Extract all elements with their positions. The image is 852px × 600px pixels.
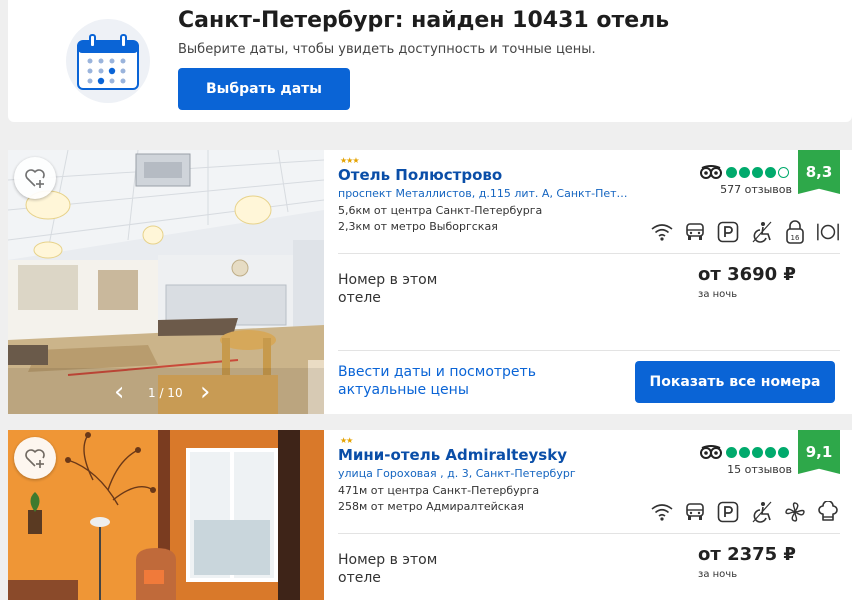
calendar-illustration xyxy=(66,19,150,103)
hotel-name-link[interactable]: Отель Полюстрово xyxy=(338,166,502,184)
price-per-night-label: за ночь xyxy=(698,289,738,300)
add-to-favorites-button[interactable] xyxy=(14,437,56,479)
score-badge: 8,3 xyxy=(798,150,840,194)
reviews-count-link[interactable]: 577 отзывов xyxy=(708,183,792,196)
hotel-photo[interactable] xyxy=(8,430,324,600)
accessible-icon xyxy=(750,220,774,244)
page-title: Санкт-Петербург: найден 10431 отель xyxy=(178,8,670,33)
distance-metro: 2,3км от метро Выборгская xyxy=(338,220,498,233)
add-to-favorites-button[interactable] xyxy=(14,157,56,199)
rating-bubble-filled xyxy=(778,447,789,458)
hotel-card: ‹ 1 / 10 › ★★★ Отель Полюстрово проспект… xyxy=(8,150,852,414)
distance-metro: 258м от метро Адмиралтейская xyxy=(338,500,524,513)
room-type: Номер в этом отеле xyxy=(338,552,438,586)
wifi-icon xyxy=(650,500,674,524)
star-rating: ★★ xyxy=(340,436,353,445)
amenities-list: 16 xyxy=(650,220,840,244)
rating-bubble-filled xyxy=(726,447,737,458)
chef-hat-icon xyxy=(816,500,840,524)
select-dates-button[interactable]: Выбрать даты xyxy=(178,68,350,110)
rating-bubble-empty xyxy=(778,167,789,178)
divider xyxy=(338,350,840,351)
age-16-icon: 16 xyxy=(783,220,807,244)
hotel-name-link[interactable]: Мини-отель Admiralteysky xyxy=(338,446,567,464)
restaurant-icon xyxy=(816,220,840,244)
car-icon xyxy=(683,220,707,244)
photo-counter: 1 / 10 xyxy=(148,386,183,400)
distance-center: 5,6км от центра Санкт-Петербурга xyxy=(338,204,543,217)
rating-bubble-filled xyxy=(765,447,776,458)
room-type: Номер в этом отеле xyxy=(338,272,438,306)
hotel-address-link[interactable]: улица Гороховая , д. 3, Санкт-Петербург xyxy=(338,467,634,480)
fan-icon xyxy=(783,500,807,524)
svg-text:16: 16 xyxy=(790,234,799,242)
price-per-night-label: за ночь xyxy=(698,569,738,580)
hotel-photo[interactable]: ‹ 1 / 10 › xyxy=(8,150,324,414)
enter-dates-link[interactable]: Ввести даты и посмотреть актуальные цены xyxy=(338,363,578,399)
tripadvisor-owl-icon xyxy=(700,165,722,179)
search-summary-banner: Санкт-Петербург: найден 10431 отель Выбе… xyxy=(8,0,852,122)
hotel-card: ★★ Мини-отель Admiralteysky улица Горохо… xyxy=(8,430,852,600)
divider xyxy=(338,253,840,254)
divider xyxy=(338,533,840,534)
parking-icon xyxy=(716,220,740,244)
chevron-right-icon[interactable]: › xyxy=(200,379,210,405)
rating-bubble-filled xyxy=(726,167,737,178)
tripadvisor-rating xyxy=(700,444,792,464)
amenities-list xyxy=(650,500,840,524)
rating-bubble-filled xyxy=(752,167,763,178)
price: от 3690 ₽ xyxy=(698,264,796,285)
distance-center: 471м от центра Санкт-Петербурга xyxy=(338,484,540,497)
rating-bubble-filled xyxy=(765,167,776,178)
rating-bubble-filled xyxy=(752,447,763,458)
rating-bubbles xyxy=(726,447,789,458)
rating-bubble-filled xyxy=(739,447,750,458)
score-badge: 9,1 xyxy=(798,430,840,474)
page-subtitle: Выберите даты, чтобы увидеть доступность… xyxy=(178,42,596,57)
show-all-rooms-button[interactable]: Показать все номера xyxy=(635,361,835,403)
star-rating: ★★★ xyxy=(340,156,359,165)
rating-bubble-filled xyxy=(739,167,750,178)
price: от 2375 ₽ xyxy=(698,544,796,565)
lobby-photo xyxy=(8,150,324,414)
car-icon xyxy=(683,500,707,524)
hotel-address-link[interactable]: проспект Металлистов, д.115 лит. А, Санк… xyxy=(338,187,634,200)
heart-plus-icon xyxy=(25,169,45,188)
tripadvisor-owl-icon xyxy=(700,445,722,459)
chevron-left-icon[interactable]: ‹ xyxy=(114,379,124,405)
accessible-icon xyxy=(750,500,774,524)
reviews-count-link[interactable]: 15 отзывов xyxy=(708,463,792,476)
heart-plus-icon xyxy=(25,449,45,468)
wifi-icon xyxy=(650,220,674,244)
tripadvisor-rating xyxy=(700,164,792,184)
parking-icon xyxy=(716,500,740,524)
calendar-icon xyxy=(77,34,139,90)
rating-bubbles xyxy=(726,167,789,178)
